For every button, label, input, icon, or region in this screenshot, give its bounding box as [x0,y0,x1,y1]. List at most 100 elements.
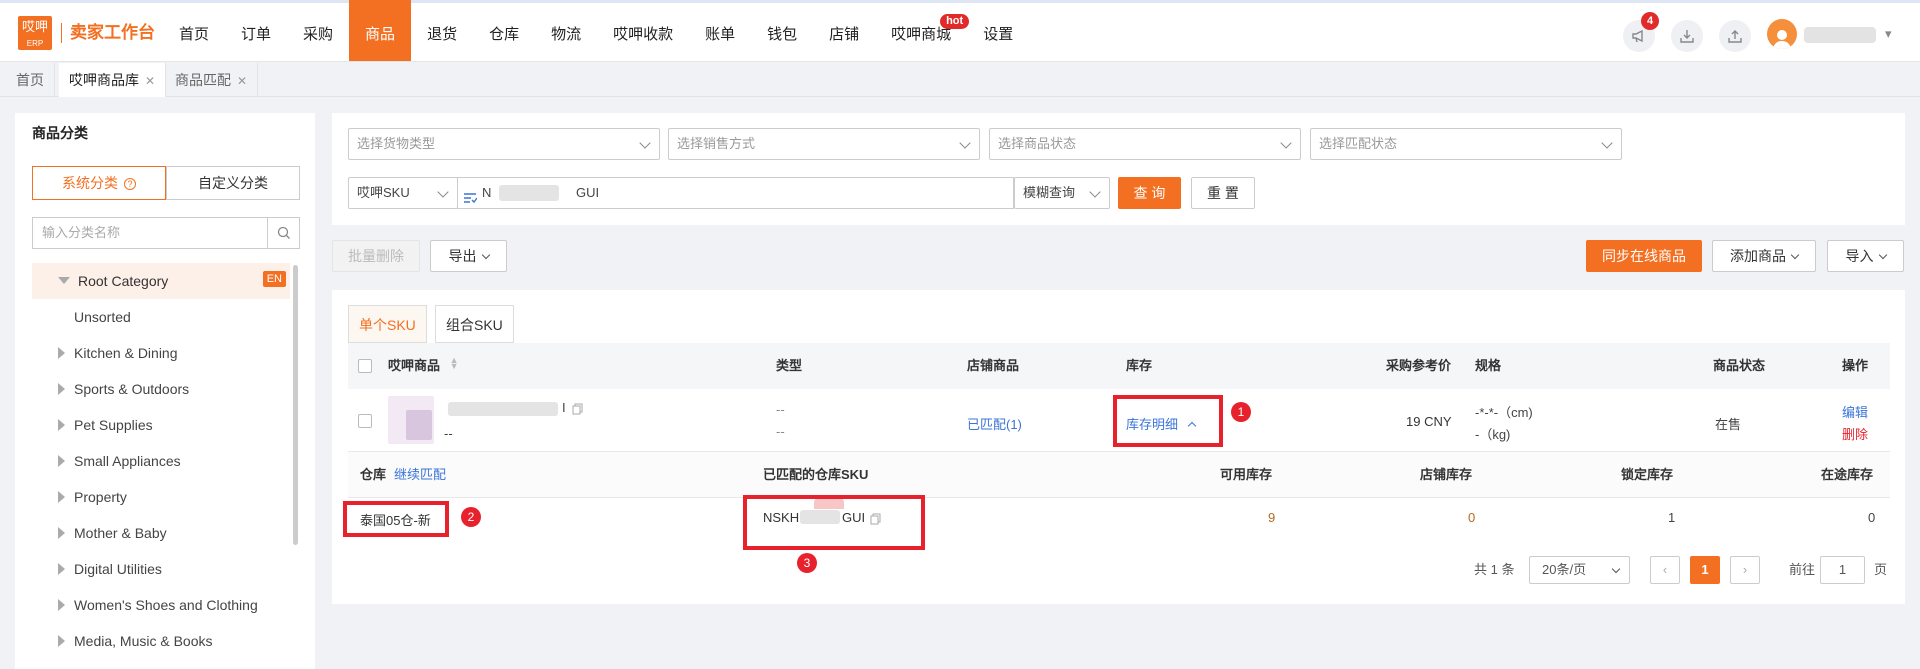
button-label: 导入 [1845,248,1874,264]
select-placeholder: 选择商品状态 [998,136,1077,151]
megaphone-icon[interactable]: 4 [1623,12,1659,52]
nav-settings[interactable]: 设置 [967,0,1029,61]
goto-label: 前往 [1789,562,1816,577]
search-field-select[interactable]: 哎呷SKU [348,177,458,209]
tree-scrollbar[interactable] [293,265,298,545]
category-search-input[interactable]: 输入分类名称 [33,218,267,248]
batch-delete-button[interactable]: 批量删除 [332,240,420,272]
query-button[interactable]: 查 询 [1118,177,1181,209]
close-icon[interactable]: ✕ [237,74,247,88]
caret-right-icon[interactable] [58,491,65,503]
nav-products[interactable]: 商品 [349,0,412,61]
tree-item[interactable]: Pet Supplies [32,407,290,443]
tree-item[interactable]: Kitchen & Dining [32,335,290,371]
nav-home[interactable]: 首页 [163,0,225,61]
tree-item[interactable]: Sports & Outdoors [32,371,290,407]
page-tab-product-match[interactable]: 商品匹配 ✕ [165,63,259,97]
continue-match-link[interactable]: 继续匹配 [394,452,446,498]
next-page-button[interactable]: › [1730,556,1760,584]
nav-mall[interactable]: 哎呷商城 hot [875,0,970,61]
tab-combo-sku[interactable]: 组合SKU [435,305,514,343]
tree-item[interactable]: Unsorted [32,299,290,335]
nav-warehouse[interactable]: 仓库 [473,0,535,61]
system-category-tab[interactable]: 系统分类? [32,166,166,200]
th-product[interactable]: 哎呷商品 ▲ ▼ [388,343,459,389]
add-product-button[interactable]: 添加商品 [1712,240,1816,272]
search-value-end: GUI [576,185,600,200]
category-tree: Root Category EN Unsorted Kitchen & Dini… [32,263,290,659]
goods-status-select[interactable]: 选择商品状态 [989,128,1301,160]
product-thumbnail[interactable] [388,396,434,444]
nav-wallet[interactable]: 钱包 [751,0,813,61]
language-tag[interactable]: EN [262,271,286,287]
tree-item[interactable]: Small Appliances [32,443,290,479]
nav-orders[interactable]: 订单 [225,0,287,61]
delete-link[interactable]: 删除 [1842,424,1868,443]
caret-right-icon[interactable] [58,563,65,575]
tree-root[interactable]: Root Category EN [32,263,290,299]
nav-payments[interactable]: 哎呷收款 [597,0,689,61]
annotation-box-warehouse [343,501,449,537]
page-tab-product-library[interactable]: 哎呷商品库 ✕ [59,63,167,97]
search-icon[interactable] [267,218,299,248]
tree-item[interactable]: Digital Utilities [32,551,290,587]
nav-purchase[interactable]: 采购 [287,0,349,61]
goto-page-input[interactable]: 1 [1820,556,1865,584]
select-all-checkbox[interactable] [358,359,372,373]
tab-single-sku[interactable]: 单个SKU [348,305,427,343]
custom-category-tab[interactable]: 自定义分类 [166,166,300,200]
th-shop-goods: 店铺商品 [967,358,1020,373]
sync-online-products-button[interactable]: 同步在线商品 [1586,240,1702,272]
caret-down-icon[interactable] [58,277,70,284]
multi-line-icon[interactable] [463,186,478,216]
matched-link[interactable]: 已匹配(1) [967,414,1022,433]
nav-returns[interactable]: 退货 [411,0,473,61]
search-input[interactable]: N GUI [457,177,1014,209]
tree-item[interactable]: Mother & Baby [32,515,290,551]
goods-type-select[interactable]: 选择货物类型 [348,128,660,160]
prev-page-button[interactable]: ‹ [1650,556,1680,584]
page-size-select[interactable]: 20条/页 [1529,556,1630,584]
match-mode-select[interactable]: 模糊查询 [1014,177,1110,209]
caret-right-icon[interactable] [58,347,65,359]
sale-mode-select[interactable]: 选择销售方式 [668,128,980,160]
app-logo[interactable]: 哎呷 ERP 卖家工作台 [18,16,155,50]
help-icon[interactable]: ? [124,178,136,190]
nav-label: 物流 [551,26,582,43]
import-button[interactable]: 导入 [1827,240,1904,272]
export-button[interactable]: 导出 [430,240,507,272]
caret-right-icon[interactable] [58,419,65,431]
th-available-stock: 可用库存 [1220,467,1273,482]
nav-logistics[interactable]: 物流 [535,0,597,61]
username-redacted[interactable] [1804,27,1876,43]
tree-label: Pet Supplies [74,417,153,433]
row-checkbox[interactable] [358,414,372,428]
caret-right-icon[interactable] [58,455,65,467]
app-title: 卖家工作台 [61,23,155,43]
edit-link[interactable]: 编辑 [1842,402,1868,421]
tree-item[interactable]: Women's Shoes and Clothing [32,587,290,623]
page-1-button[interactable]: 1 [1690,556,1720,584]
close-icon[interactable]: ✕ [145,74,155,88]
download-icon[interactable] [1671,20,1703,52]
nav-shops[interactable]: 店铺 [813,0,875,61]
tab-label: 自定义分类 [198,175,268,191]
upload-icon[interactable] [1719,20,1751,52]
caret-right-icon[interactable] [58,635,65,647]
tree-item[interactable]: Property [32,479,290,515]
copy-icon[interactable] [572,402,583,418]
transit-stock: 0 [1868,510,1876,525]
match-status-select[interactable]: 选择匹配状态 [1310,128,1622,160]
caret-right-icon[interactable] [58,599,65,611]
sort-icon[interactable]: ▲ ▼ [450,356,459,371]
user-avatar[interactable] [1767,19,1797,49]
caret-right-icon[interactable] [58,383,65,395]
page-tab-home[interactable]: 首页 [6,63,55,97]
th-locked-stock: 锁定库存 [1621,467,1674,482]
tree-item[interactable]: Media, Music & Books [32,623,290,659]
spec-weight: -（kg) [1475,427,1511,442]
caret-right-icon[interactable] [58,527,65,539]
reset-button[interactable]: 重 置 [1191,177,1255,209]
nav-bills[interactable]: 账单 [689,0,751,61]
chevron-down-icon[interactable]: ▾ [1885,26,1892,42]
